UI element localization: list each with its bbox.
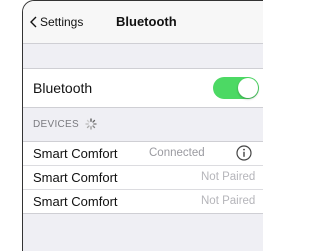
- toggle-knob: [238, 78, 258, 98]
- navigation-bar: Settings Bluetooth: [23, 1, 263, 44]
- bluetooth-row: Bluetooth: [23, 68, 263, 108]
- device-status: Not Paired: [201, 171, 256, 183]
- device-status: Not Paired: [201, 195, 256, 207]
- spinner-icon: [79, 118, 97, 130]
- device-row[interactable]: Smart Comfort Connected: [23, 142, 263, 166]
- section-spacer: [23, 44, 263, 68]
- device-row[interactable]: Smart Comfort Not Paired: [23, 190, 263, 213]
- device-name: Smart Comfort: [33, 146, 118, 161]
- page-title: Bluetooth: [116, 14, 177, 29]
- devices-list: Smart Comfort Connected Smart Comfort No…: [23, 141, 263, 214]
- device-status: Connected: [149, 147, 205, 159]
- bluetooth-label: Bluetooth: [33, 80, 93, 96]
- back-label: Settings: [40, 15, 84, 29]
- device-frame: Settings Bluetooth Bluetooth DEVICES Sma…: [22, 0, 263, 251]
- info-icon[interactable]: [236, 145, 252, 161]
- chevron-left-icon: [30, 16, 37, 28]
- bluetooth-toggle[interactable]: [213, 77, 259, 99]
- devices-header-label: DEVICES: [33, 118, 80, 130]
- device-name: Smart Comfort: [33, 194, 118, 209]
- back-button[interactable]: Settings: [30, 15, 83, 29]
- device-row[interactable]: Smart Comfort Not Paired: [23, 166, 263, 190]
- devices-section-header: DEVICES: [33, 118, 97, 130]
- device-name: Smart Comfort: [33, 170, 118, 185]
